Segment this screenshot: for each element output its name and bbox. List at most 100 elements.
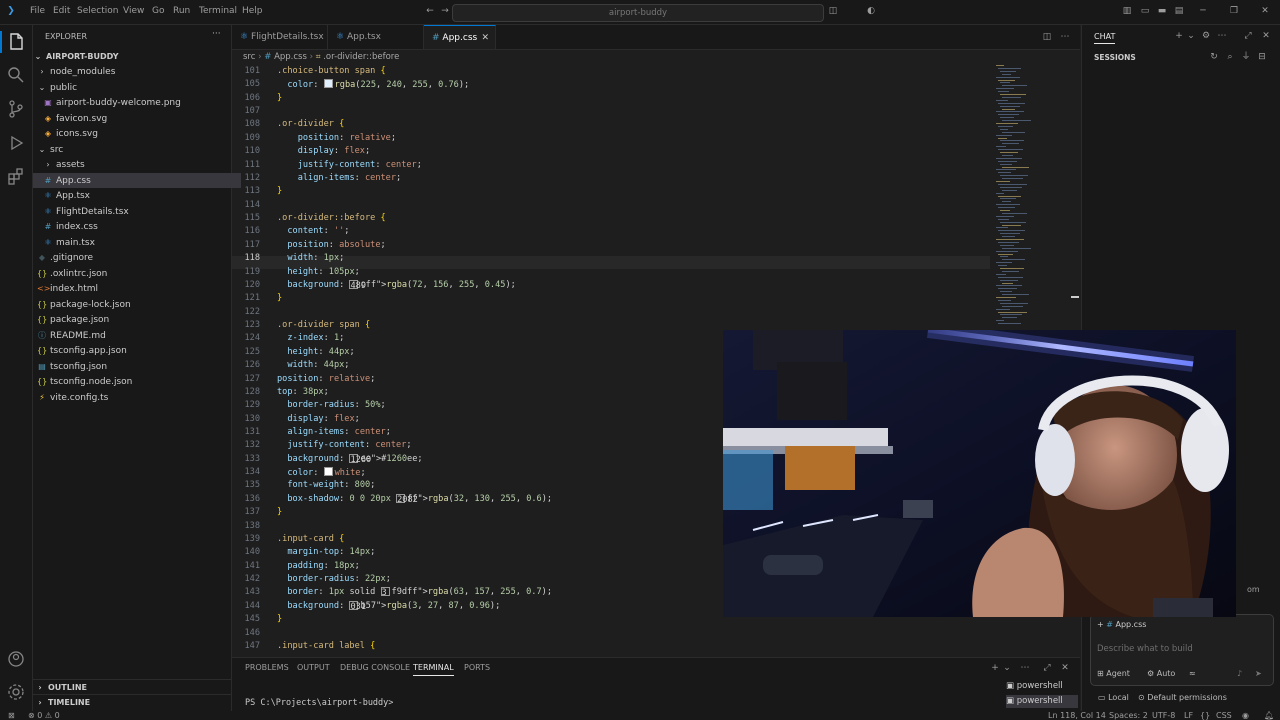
code-line[interactable]: width: 1px; [277,253,344,263]
account-icon[interactable] [6,649,26,669]
code-line[interactable]: } [277,186,282,196]
filter-icon[interactable]: ⏚ [1241,52,1251,62]
outline-section[interactable]: › OUTLINE [33,679,231,695]
remote-icon[interactable]: ⊠ [8,711,15,720]
code-line[interactable]: z-index: 1; [277,333,344,343]
code-line[interactable]: width: 44px; [277,360,349,370]
file-tree-item[interactable]: ⚛ App.tsx [33,188,241,203]
code-line[interactable]: display: flex; [277,146,370,156]
code-line[interactable]: font-weight: 800; [277,480,375,490]
panel-tab-terminal[interactable]: TERMINAL [413,663,454,676]
copilot-status-icon[interactable]: ◉ [1242,711,1249,720]
breadcrumb-src[interactable]: src [243,52,255,62]
encoding[interactable]: UTF-8 [1152,711,1175,720]
code-line[interactable]: .choice-button span { [277,66,386,76]
model-picker[interactable]: ⚙ Auto [1147,669,1175,678]
more-actions-icon[interactable]: ··· [212,29,221,39]
new-terminal-plus-icon[interactable]: + [990,663,1000,673]
file-tree-item[interactable]: ▣ airport-buddy-welcome.png [33,95,241,110]
account-icon[interactable]: ◐ [866,6,876,16]
send-icon[interactable]: ➤ [1255,669,1262,678]
code-line[interactable]: } [277,293,282,303]
maximize-panel-icon[interactable]: ⤢ [1042,663,1052,673]
code-line[interactable]: height: 44px; [277,347,354,357]
menu-view[interactable]: View [123,6,144,16]
color-swatch[interactable]: 031 [349,600,366,612]
tab-app-tsx[interactable]: ⚛ App.tsx [328,25,424,49]
code-line[interactable]: } [277,614,282,624]
indentation[interactable]: Spaces: 2 [1109,711,1148,720]
code-line[interactable]: border: 1px solid 3 f9dff">rgba(63, 157, … [277,587,552,598]
file-tree-item[interactable]: {} tsconfig.app.json [33,343,235,358]
file-tree-item[interactable]: ⌄ public [33,80,235,95]
problems-count[interactable]: ⊗ 0 ⚠ 0 [28,711,60,720]
tab-flightdetails[interactable]: ⚛ FlightDetails.tsx [232,25,328,49]
code-line[interactable]: .or-divider { [277,119,344,129]
file-tree-item[interactable]: # App.css [33,172,241,188]
settings-gear-icon[interactable]: ⚙ [1201,31,1211,41]
color-swatch[interactable] [323,467,333,477]
file-tree-item[interactable]: › node_modules [33,64,235,79]
context-chip[interactable]: + # App.css [1097,620,1146,629]
terminal-instance-2[interactable]: ▣ powershell [1006,695,1078,708]
file-tree-item[interactable]: ⚛ main.tsx [33,235,241,250]
panel-tab-ports[interactable]: PORTS [464,663,490,672]
settings-gear-icon[interactable] [6,682,26,702]
menu-terminal[interactable]: Terminal [199,6,237,16]
breadcrumb-symbol[interactable]: .or-divider::before [323,52,399,62]
new-chat-plus-icon[interactable]: + [1174,31,1184,41]
file-tree-item[interactable]: ⚡ vite.config.ts [33,390,235,405]
explorer-root-folder[interactable]: ⌄ AIRPORT-BUDDY [33,49,231,64]
close-tab-icon[interactable]: ✕ [481,26,489,50]
search-icon[interactable] [6,65,26,85]
code-line[interactable]: justify-content: center; [277,440,411,450]
panel-tab-debug-console[interactable]: DEBUG CONSOLE [340,663,410,672]
code-line[interactable]: align-items: center; [277,427,391,437]
menu-help[interactable]: Help [242,6,263,16]
close-window-icon[interactable]: ✕ [1260,6,1270,16]
copilot-icon[interactable]: ◫ [828,6,838,16]
code-line[interactable]: display: flex; [277,414,359,424]
toggle-secondary-sidebar-icon[interactable]: ▤ [1174,6,1184,16]
color-swatch[interactable]: 1260 [349,453,371,465]
cursor-position[interactable]: Ln 118, Col 14 [1048,711,1106,720]
restore-icon[interactable]: ❐ [1229,6,1239,16]
file-tree-item[interactable]: ⚛ FlightDetails.tsx [33,204,241,219]
code-line[interactable]: justify-content: center; [277,160,422,170]
back-arrow-icon[interactable]: ← [425,6,435,16]
forward-arrow-icon[interactable]: → [440,6,450,16]
search-icon[interactable]: ⌕ [1225,52,1235,62]
color-swatch[interactable] [323,79,333,89]
panel-tab-output[interactable]: OUTPUT [297,663,330,672]
code-line[interactable]: margin-top: 14px; [277,547,375,557]
permissions-picker[interactable]: ⊙ Default permissions [1138,693,1227,702]
code-line[interactable]: border-radius: 22px; [277,574,391,584]
tools-icon[interactable]: ≈ [1189,669,1196,678]
chat-input-box[interactable]: + # App.css Describe what to build ⊞ Age… [1090,614,1274,686]
menu-go[interactable]: Go [152,6,164,16]
code-line[interactable]: position: absolute; [277,240,385,250]
file-tree-item[interactable]: ▤ tsconfig.json [33,359,235,374]
source-control-icon[interactable] [6,99,26,119]
chevron-down-icon[interactable]: ⌄ [1002,663,1012,673]
menu-edit[interactable]: Edit [53,6,70,16]
code-line[interactable]: } [277,507,282,517]
toggle-panel-icon[interactable]: ▭ [1140,6,1150,16]
toggle-panel-bottom-icon[interactable]: ▬ [1157,6,1167,16]
mode-picker[interactable]: ⊞ Agent [1097,669,1130,678]
code-line[interactable]: box-shadow: 0 0 20px 2082ff">rgba(32, 13… [277,493,552,505]
scrollbar-thumb[interactable] [1071,296,1079,298]
code-line[interactable]: height: 105px; [277,267,359,277]
chat-prompt-input[interactable]: Describe what to build [1097,644,1193,654]
file-tree-item[interactable]: ⌄ src [33,142,235,157]
toggle-primary-sidebar-icon[interactable]: ▥ [1122,6,1132,16]
timeline-section[interactable]: › TIMELINE [33,694,231,710]
microphone-icon[interactable]: ♪ [1237,669,1242,678]
code-line[interactable]: border-radius: 50%; [277,400,385,410]
file-tree-item[interactable]: ◈ icons.svg [33,126,241,141]
minimize-icon[interactable]: ─ [1198,6,1208,16]
minimap[interactable] [992,65,1080,335]
code-line[interactable]: position: relative; [277,374,375,384]
close-panel-icon[interactable]: ✕ [1060,663,1070,673]
color-swatch[interactable]: 2082 [396,493,418,505]
